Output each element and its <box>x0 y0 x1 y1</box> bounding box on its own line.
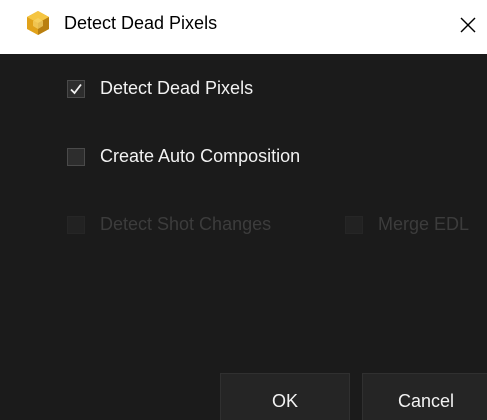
create-auto-composition-checkbox[interactable] <box>67 147 85 166</box>
detect-dead-pixels-option[interactable]: Detect Dead Pixels <box>67 78 253 99</box>
app-hexagon-icon <box>25 10 51 36</box>
ok-button[interactable]: OK <box>220 373 350 420</box>
detect-dead-pixels-label: Detect Dead Pixels <box>100 78 254 98</box>
dialog-content: Detect Dead Pixels Create Auto Compositi… <box>0 54 487 420</box>
create-auto-composition-option[interactable]: Create Auto Composition <box>67 146 300 167</box>
create-auto-composition-label: Create Auto Composition <box>100 146 301 166</box>
detect-shot-changes-checkbox <box>67 215 85 234</box>
close-button[interactable] <box>448 0 487 54</box>
checkmark-icon <box>70 83 82 94</box>
window-title: Detect Dead Pixels <box>64 13 218 33</box>
title-bar: Detect Dead Pixels <box>0 0 487 54</box>
dialog-window: Detect Dead Pixels Detect Dead Pixels Cr… <box>0 0 487 420</box>
detect-shot-changes-label: Detect Shot Changes <box>100 214 272 234</box>
merge-edl-checkbox <box>345 215 363 234</box>
detect-shot-changes-option: Detect Shot Changes <box>67 214 271 235</box>
merge-edl-label: Merge EDL <box>378 214 470 234</box>
close-x-icon[interactable] <box>459 16 477 39</box>
detect-dead-pixels-checkbox[interactable] <box>67 79 85 98</box>
cancel-button[interactable]: Cancel <box>362 373 487 420</box>
merge-edl-option: Merge EDL <box>345 214 469 235</box>
